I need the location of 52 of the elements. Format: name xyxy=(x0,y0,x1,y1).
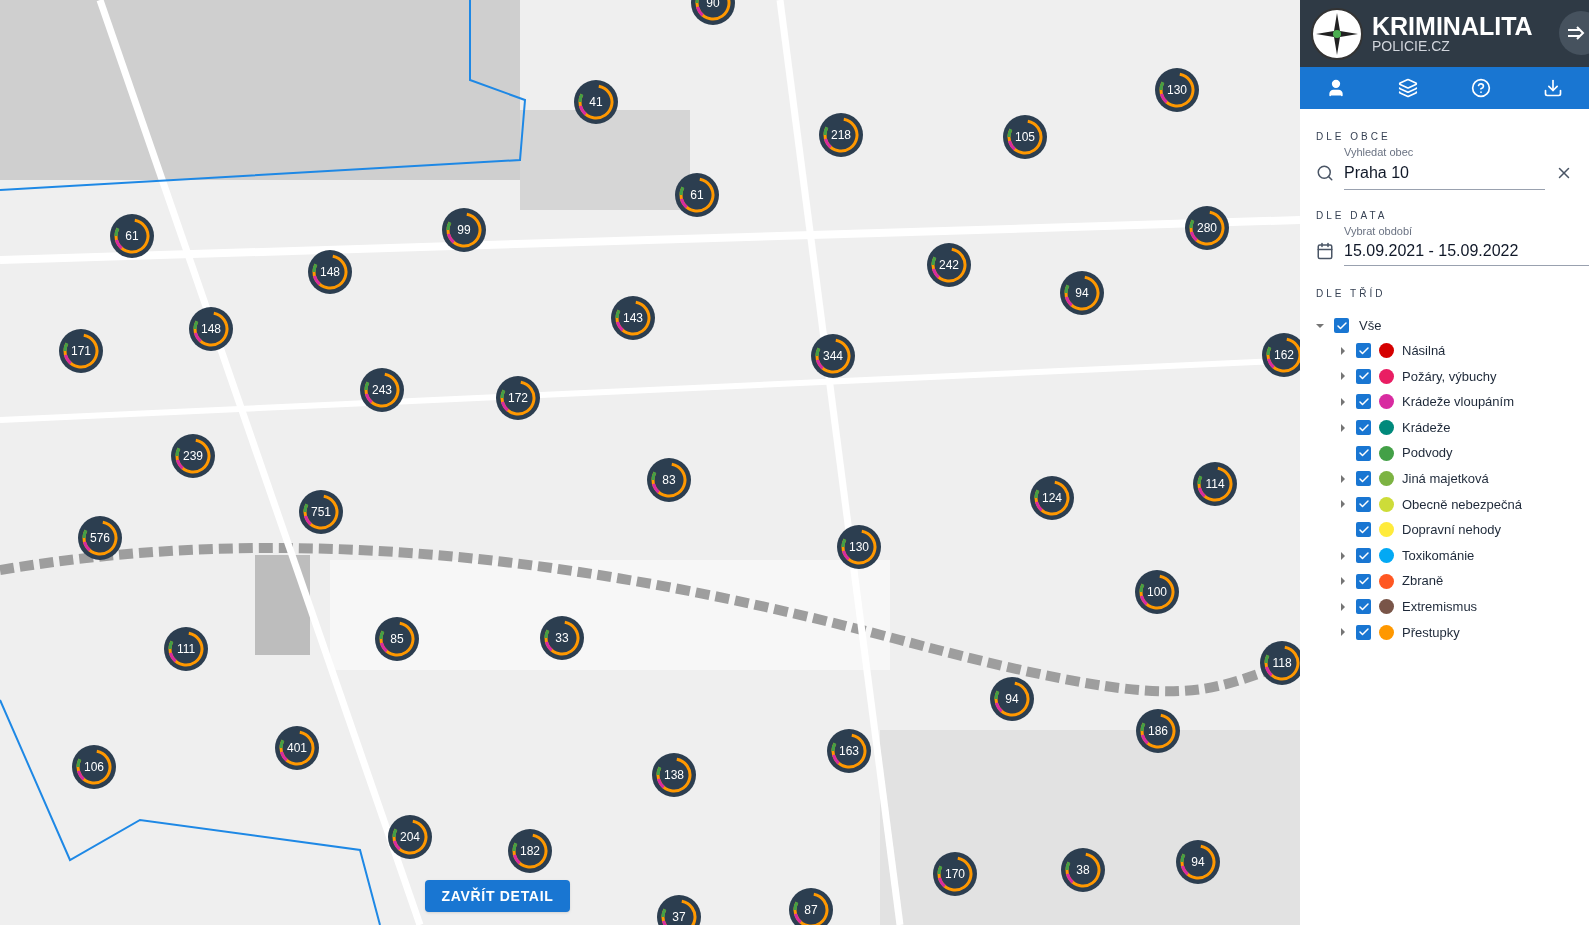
class-label: Obecně nebezpečná xyxy=(1402,495,1522,514)
checkbox[interactable] xyxy=(1356,548,1371,564)
app-subtitle: POLICIE.CZ xyxy=(1372,39,1451,53)
search-icon xyxy=(1316,163,1334,182)
class-label: Násilná xyxy=(1402,342,1446,361)
caret-icon[interactable] xyxy=(1340,628,1346,637)
checkbox[interactable] xyxy=(1356,522,1371,538)
checkbox[interactable] xyxy=(1356,420,1371,436)
checkbox[interactable] xyxy=(1356,343,1371,359)
section-heading: DLE OBCE xyxy=(1316,130,1392,144)
search-field[interactable]: Vyhledat obec Praha 10 xyxy=(1344,144,1545,190)
date-range-field[interactable]: Vybrat období 15.09.2021 - 15.09.2022 xyxy=(1344,222,1589,266)
class-label: Toxikománie xyxy=(1402,546,1475,565)
class-label: Dopravní nehody xyxy=(1402,521,1501,540)
caret-icon[interactable] xyxy=(1340,372,1346,381)
download-icon[interactable] xyxy=(1542,78,1563,98)
help-icon[interactable] xyxy=(1470,78,1491,98)
double-arrow-icon xyxy=(1567,26,1585,40)
caret-icon[interactable] xyxy=(1340,423,1346,432)
caret-icon[interactable] xyxy=(1340,602,1346,611)
caret-icon[interactable] xyxy=(1340,398,1346,406)
checkbox[interactable] xyxy=(1356,573,1371,589)
class-label: Zbraně xyxy=(1402,572,1444,591)
star-badge-icon xyxy=(1310,6,1364,61)
checkbox[interactable] xyxy=(1356,496,1371,512)
calendar-icon xyxy=(1316,242,1334,260)
checkbox[interactable] xyxy=(1334,318,1349,333)
checkbox[interactable] xyxy=(1356,471,1371,487)
class-label: Krádeže vloupáním xyxy=(1402,393,1514,412)
caret-icon[interactable] xyxy=(1340,500,1346,509)
class-label: Přestupky xyxy=(1402,623,1460,642)
close-detail-button[interactable]: ZAVŘÍT DETAIL xyxy=(425,880,570,912)
caret-icon[interactable] xyxy=(1340,346,1346,355)
class-label: Jiná majetková xyxy=(1402,470,1489,488)
checkbox[interactable] xyxy=(1356,624,1371,640)
checkbox[interactable] xyxy=(1356,368,1371,384)
app-title: KRIMINALITA xyxy=(1372,14,1533,39)
section-heading: DLE DATA xyxy=(1316,208,1389,223)
class-label: Požáry, výbuchy xyxy=(1402,367,1497,386)
caret-icon[interactable] xyxy=(1340,474,1346,483)
section-heading: DLE TŘÍD xyxy=(1316,286,1387,301)
checkbox[interactable] xyxy=(1356,394,1371,410)
checkbox[interactable] xyxy=(1356,445,1371,461)
caret-icon[interactable] xyxy=(1316,321,1324,330)
class-label: Extremismus xyxy=(1402,598,1478,616)
checkbox[interactable] xyxy=(1356,599,1371,615)
layers-icon[interactable] xyxy=(1398,78,1419,98)
caret-icon[interactable] xyxy=(1340,551,1346,560)
caret-icon[interactable] xyxy=(1340,577,1346,586)
class-label: Vše xyxy=(1359,316,1382,335)
class-label: Krádeže xyxy=(1402,418,1451,437)
class-label: Podvody xyxy=(1402,444,1453,463)
